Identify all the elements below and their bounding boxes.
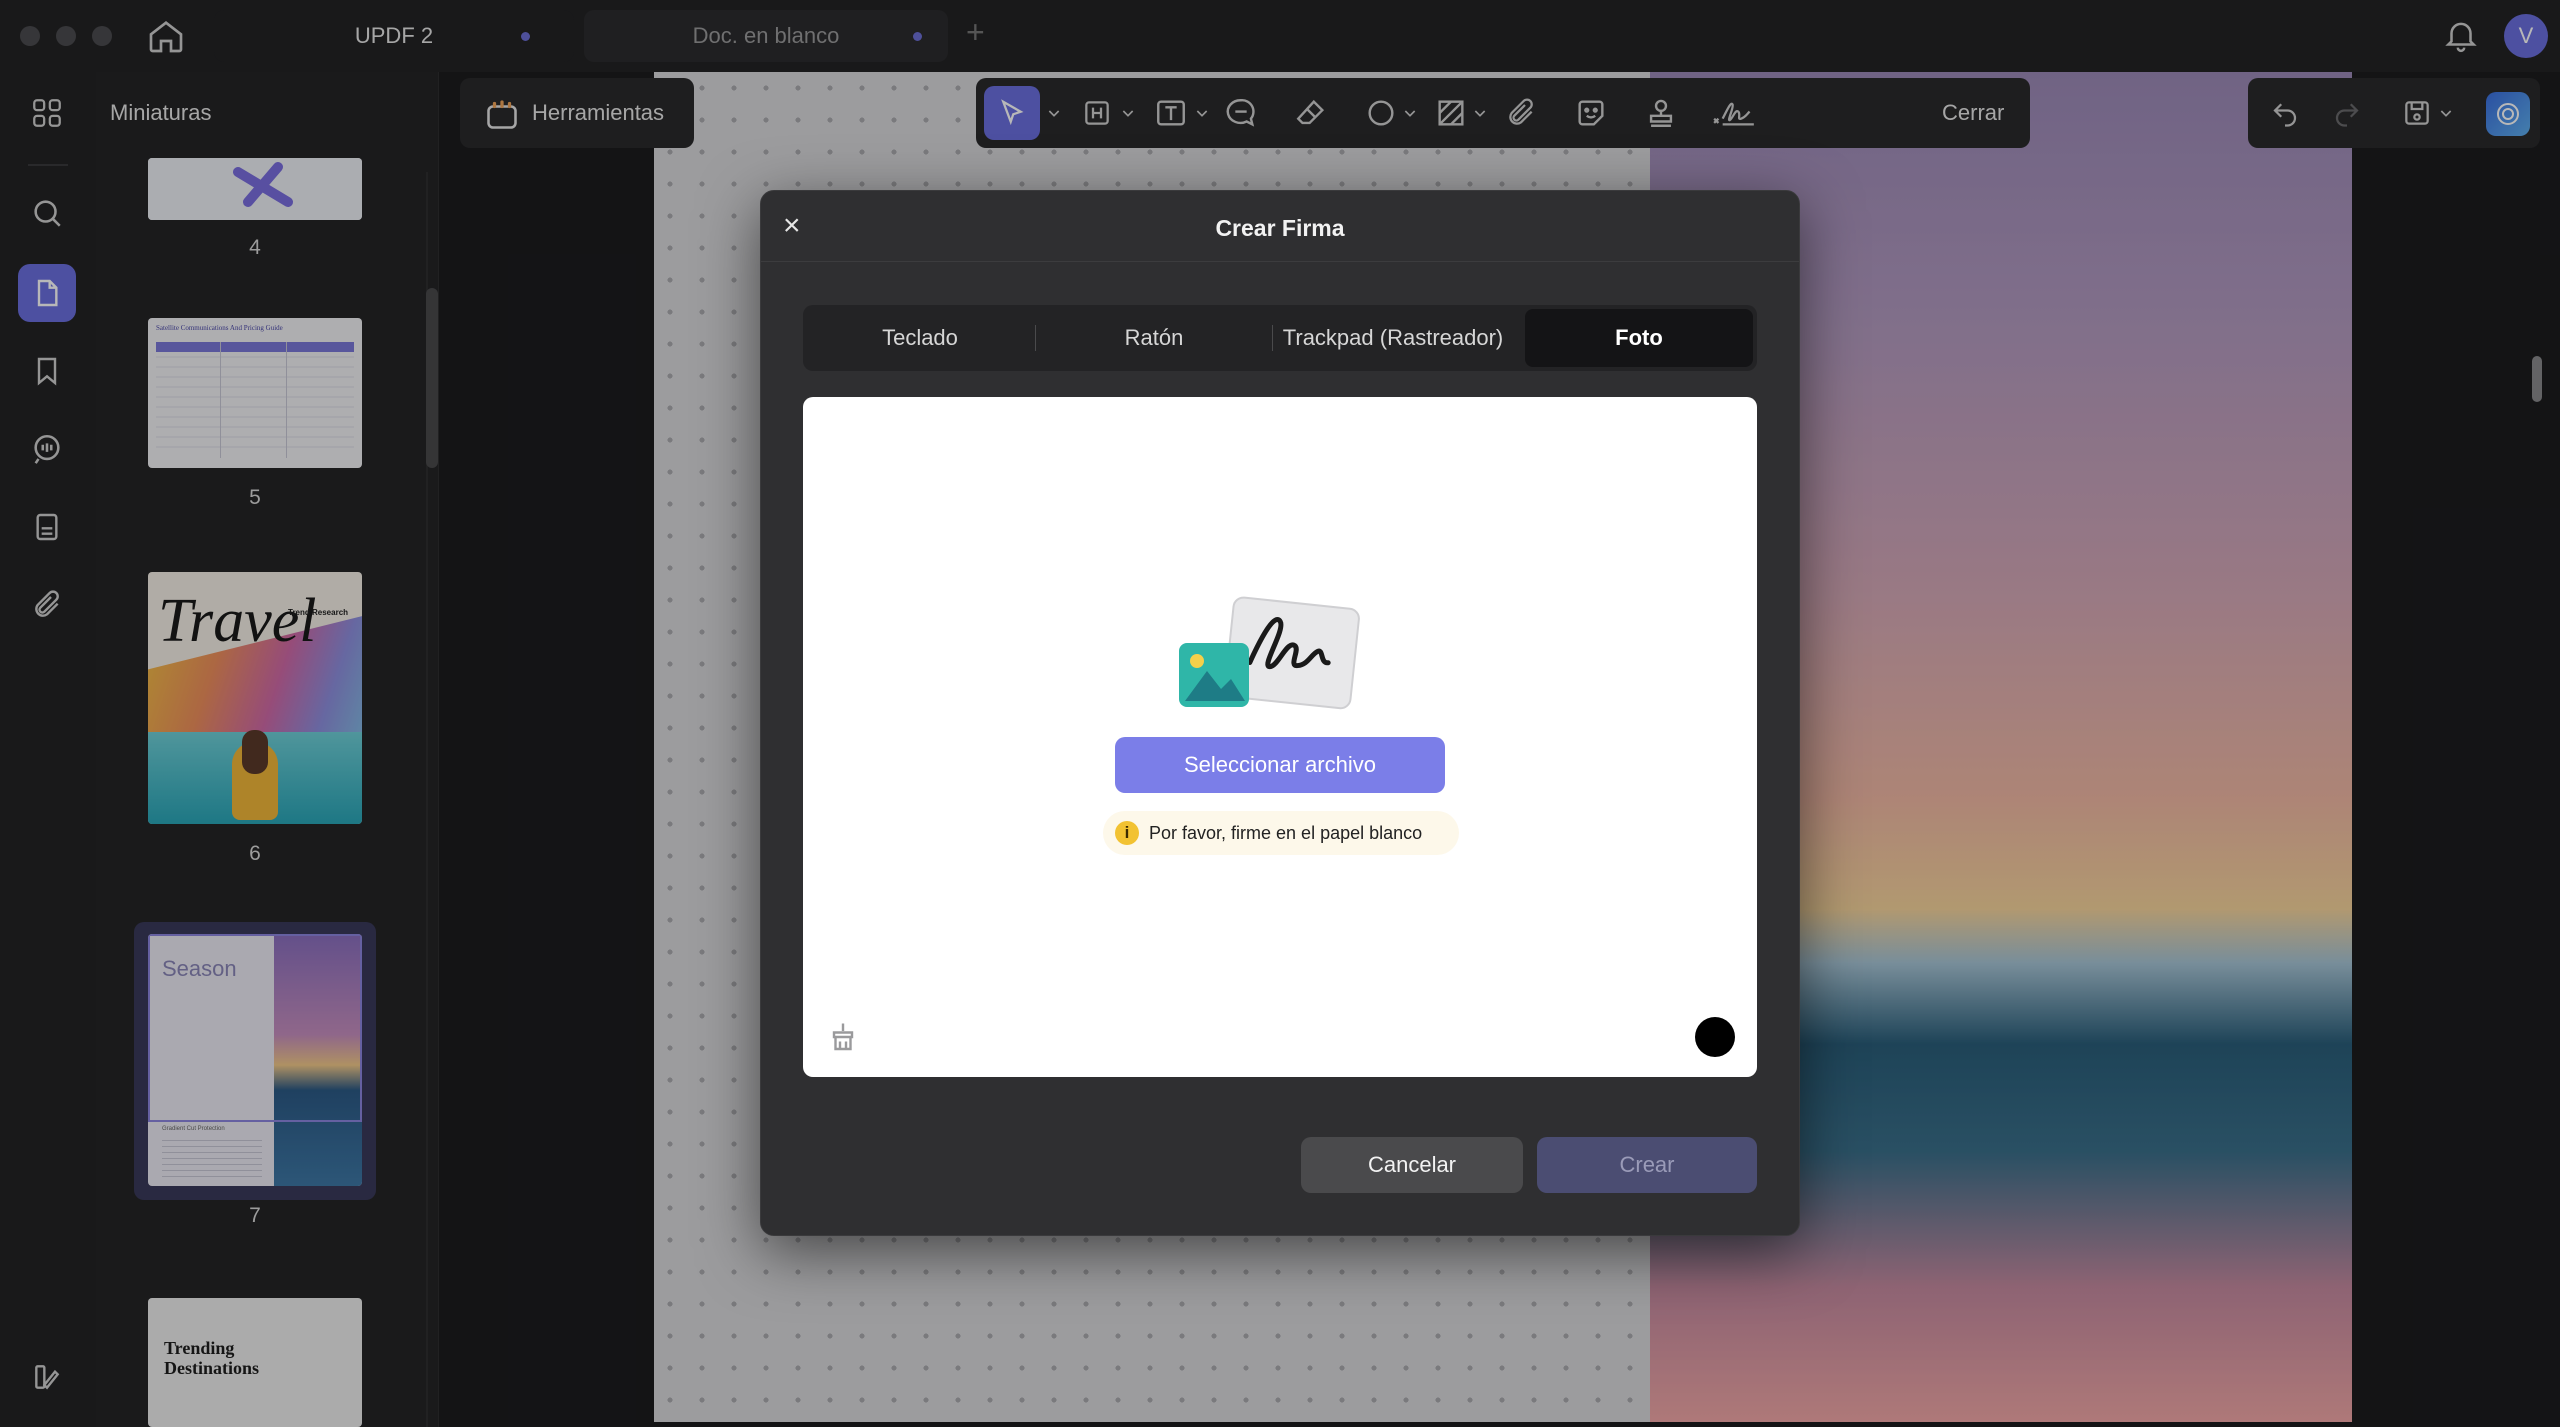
dialog-divider [761, 261, 1799, 262]
tab-divider [1272, 325, 1273, 351]
tab-teclado[interactable]: Teclado [807, 309, 1033, 367]
dialog-title: Crear Firma [1215, 215, 1345, 241]
select-file-button[interactable]: Seleccionar archivo [1115, 737, 1445, 793]
tab-foto[interactable]: Foto [1525, 309, 1753, 367]
create-button[interactable]: Crear [1537, 1137, 1757, 1193]
cancel-button[interactable]: Cancelar [1301, 1137, 1523, 1193]
hint-banner: i Por favor, firme en el papel blanco [1103, 811, 1459, 855]
signature-method-tabs: Teclado Ratón Trackpad (Rastreador) Foto [803, 305, 1757, 371]
info-icon: i [1115, 821, 1139, 845]
create-signature-dialog: × Crear Firma Teclado Ratón Trackpad (Ra… [760, 190, 1800, 1236]
tab-raton[interactable]: Ratón [1039, 309, 1269, 367]
hint-text: Por favor, firme en el papel blanco [1149, 823, 1423, 843]
tab-trackpad[interactable]: Trackpad (Rastreador) [1275, 309, 1511, 367]
ink-color-swatch[interactable] [1695, 1017, 1735, 1057]
tab-divider [1035, 325, 1036, 351]
photo-signature-icon [1173, 593, 1363, 717]
signature-canvas[interactable]: Seleccionar archivo i Por favor, firme e… [803, 397, 1757, 1077]
clear-canvas-icon[interactable] [825, 1019, 861, 1055]
